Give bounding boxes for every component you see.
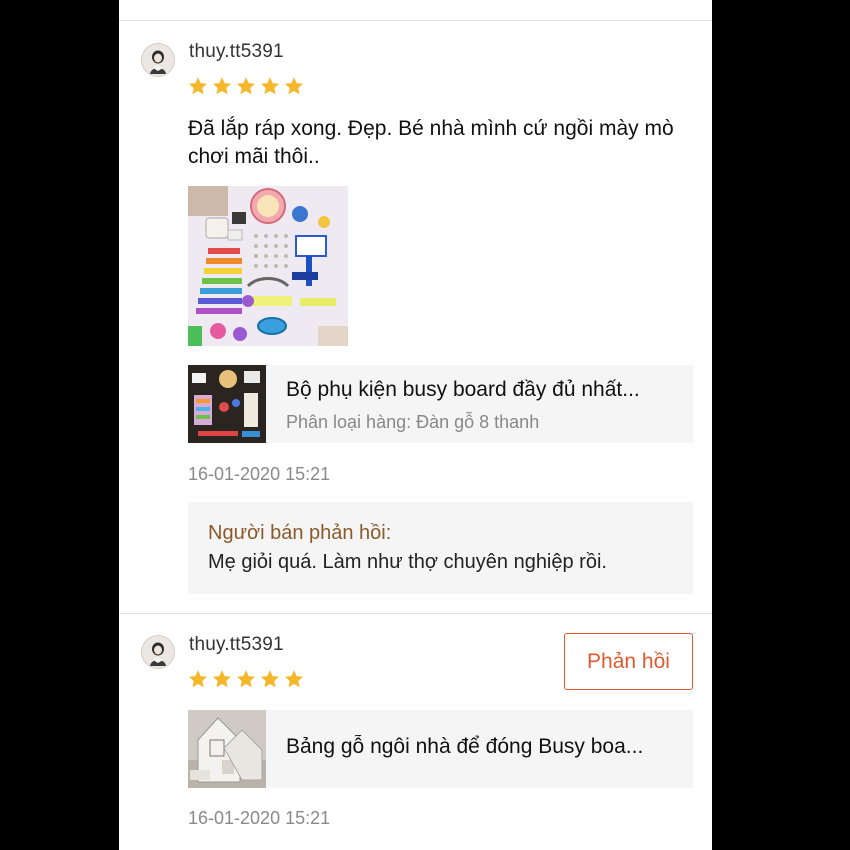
star-icon [285,77,303,95]
star-rating [188,76,304,96]
star-icon [285,670,303,688]
divider [119,20,712,21]
username[interactable]: thuy.tt5391 [189,634,284,656]
star-icon [213,77,231,95]
product-card[interactable]: Bộ phụ kiện busy board đầy đủ nhất... Ph… [188,365,693,443]
star-icon [237,77,255,95]
product-thumbnail [188,365,266,443]
product-name[interactable]: Bộ phụ kiện busy board đầy đủ nhất... [286,378,681,402]
product-card[interactable]: Bảng gỗ ngôi nhà để đóng Busy boa... [188,710,693,788]
product-thumbnail [188,710,266,788]
product-variant: Phân loại hàng: Đàn gỗ 8 thanh [286,412,540,432]
star-icon [261,77,279,95]
star-icon [189,77,207,95]
divider [119,613,712,614]
review-date: 16-01-2020 15:21 [188,464,331,484]
seller-reply-label: Người bán phản hồi: [208,522,392,544]
star-icon [213,670,231,688]
username[interactable]: thuy.tt5391 [189,41,284,63]
seller-reply: Người bán phản hồi: Mẹ giỏi quá. Làm như… [188,502,693,594]
reviews-panel: thuy.tt5391 Đã lắp ráp xong. Đẹp. Bé nhà… [119,0,712,850]
star-icon [261,670,279,688]
review-comment: Đã lắp ráp xong. Đẹp. Bé nhà mình cứ ngồ… [188,117,674,168]
star-icon [237,670,255,688]
product-name[interactable]: Bảng gỗ ngôi nhà để đóng Busy boa... [286,735,681,759]
review-photo[interactable] [188,186,348,346]
star-icon [189,670,207,688]
user-avatar[interactable] [141,43,175,77]
reply-button[interactable]: Phản hồi [564,633,693,690]
user-avatar[interactable] [141,635,175,669]
review-date: 16-01-2020 15:21 [188,808,331,828]
star-rating [188,669,304,689]
seller-reply-text: Mẹ giỏi quá. Làm như thợ chuyên nghiệp r… [208,551,607,573]
